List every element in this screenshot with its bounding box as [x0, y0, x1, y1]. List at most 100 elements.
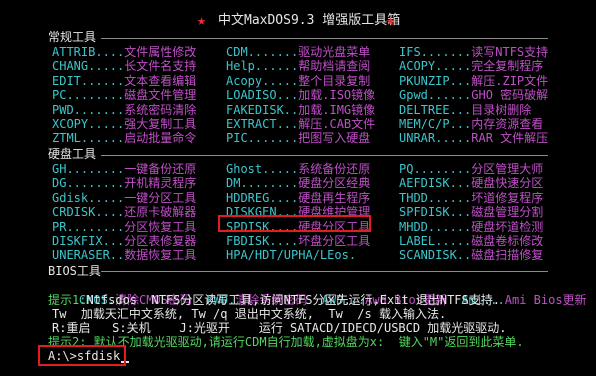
disk-tool-command: UNERASER..	[52, 248, 125, 263]
common-tool-description: 系统密码清除	[124, 102, 197, 117]
disk-tool-item[interactable]: FBDISK....坏盘分区工具	[226, 234, 370, 248]
common-tool-item[interactable]: ZTML......启动批量命令	[52, 131, 196, 145]
disk-tool-description: 硬盘快速分区	[471, 176, 544, 191]
disk-tool-item[interactable]: AEFDISK...硬盘快速分区	[399, 176, 543, 190]
common-tool-command: ATTRIB....	[52, 45, 125, 59]
disk-tool-command: PR........	[52, 219, 125, 234]
common-tool-command: DELTREE...	[399, 102, 472, 117]
disk-tool-item[interactable]: PQ........分区管理大师	[399, 162, 543, 176]
common-tool-item[interactable]: EXTRACT...解压.CAB文件	[226, 117, 375, 131]
disk-tool-description: 数据恢复工具	[124, 248, 197, 263]
disk-tool-item[interactable]: DM........硬盘分区经典	[226, 176, 370, 190]
section-disk-tools: 硬盘工具	[48, 147, 97, 161]
common-tool-item[interactable]: Help......帮助档请查阅	[226, 59, 370, 73]
disk-tool-command: Gdisk.....	[52, 190, 125, 205]
star-left-icon: ★	[197, 11, 207, 29]
common-tool-description: 文件属性修改	[124, 45, 197, 59]
disk-tool-command: GH........	[52, 162, 125, 176]
common-tool-description: 把图写入硬盘	[298, 131, 371, 146]
common-tool-command: CDM.......	[226, 45, 299, 59]
disk-tool-command: THDD......	[399, 190, 472, 205]
disk-tool-item[interactable]: GH........一键备份还原	[52, 162, 196, 176]
disk-tool-description: 磁盘扫描修复	[471, 248, 544, 263]
common-tool-description: 加载.IMG镜像	[298, 102, 376, 117]
common-tool-command: Gpwd......	[399, 88, 472, 103]
disk-tool-item[interactable]: PR........分区恢复工具	[52, 220, 196, 234]
disk-tool-item[interactable]: Gdisk.....一键分区工具	[52, 191, 196, 205]
common-tool-item[interactable]: DELTREE...目录树删除	[399, 103, 531, 117]
common-tool-item[interactable]: PIC.......把图写入硬盘	[226, 131, 370, 145]
common-tool-command: FAKEDISK..	[226, 102, 299, 117]
section-common-tools: 常规工具	[48, 30, 97, 44]
disk-tool-item[interactable]: Ghost.....系统备份还原	[226, 162, 370, 176]
common-tool-item[interactable]: EDIT......文本查看编辑	[52, 74, 196, 88]
disk-tool-item[interactable]: MHDD......硬盘坏道检测	[399, 220, 543, 234]
common-tool-command: Help......	[226, 59, 299, 74]
disk-tool-item[interactable]: SPFDISK...磁盘管理分割	[399, 205, 543, 219]
common-tool-description: GHO 密码破解	[471, 88, 549, 103]
disk-tool-command: CRDISK....	[52, 205, 125, 220]
common-tool-command: LOADISO...	[226, 88, 299, 103]
disk-tool-item[interactable]: HDDREG....硬盘再生程序	[226, 191, 370, 205]
section-divider	[101, 38, 548, 39]
disk-tool-item[interactable]: DISKFIX...分区表修复器	[52, 234, 196, 248]
common-tool-item[interactable]: LOADISO...加载.ISO镜像	[226, 88, 375, 102]
common-tool-description: 目录树删除	[471, 102, 532, 117]
disk-tool-item[interactable]: HPA/HDT/UPHA/LEos.	[226, 248, 356, 262]
disk-tool-command: AEFDISK...	[399, 176, 472, 191]
common-tool-command: PC........	[52, 88, 125, 103]
disk-tool-command: PQ........	[399, 162, 472, 176]
common-tool-description: 内存资源查看	[471, 117, 544, 131]
disk-tool-item[interactable]: DG........开机精灵程序	[52, 176, 196, 190]
common-tool-description: 解压.CAB文件	[298, 117, 376, 131]
highlight-spdisk-box	[218, 215, 371, 232]
dos-screen: ★ 中文MaxDOS9.3 增强版工具箱 ★ 常规工具 ATTRIB....文件…	[0, 0, 596, 376]
common-tool-description: 启动批量命令	[124, 131, 197, 146]
section-bios-tools: BIOS工具	[48, 264, 101, 278]
disk-tool-item[interactable]: THDD......坏道修复程序	[399, 191, 543, 205]
common-tool-item[interactable]: Acopy.....整个目录复制	[226, 74, 370, 88]
common-tool-command: EDIT......	[52, 73, 125, 88]
common-tool-description: RAR 文件解压	[471, 131, 549, 146]
disk-tool-description: 坏道修复程序	[471, 190, 544, 205]
common-tool-description: 整个目录复制	[298, 73, 371, 88]
disk-tool-command: SPFDISK...	[399, 205, 472, 220]
common-tool-description: 驱动光盘菜单	[298, 45, 371, 59]
common-tool-item[interactable]: PC........磁盘文件管理	[52, 88, 196, 102]
common-tool-command: IFS.......	[399, 45, 472, 59]
section-divider	[101, 271, 548, 272]
disk-tool-command: MHDD......	[399, 219, 472, 234]
disk-tool-command: DISKFIX...	[52, 234, 125, 248]
disk-tool-command: SCANDISK..	[399, 248, 472, 263]
common-tool-item[interactable]: CDM.......驱动光盘菜单	[226, 45, 370, 59]
common-tool-item[interactable]: PWD.......系统密码清除	[52, 103, 196, 117]
common-tool-command: EXTRACT...	[226, 117, 299, 131]
disk-tool-item[interactable]: UNERASER..数据恢复工具	[52, 248, 196, 262]
disk-tool-item[interactable]: LABEL.....磁盘卷标修改	[399, 234, 543, 248]
common-tool-command: PWD.......	[52, 102, 125, 117]
disk-tool-description: 系统备份还原	[298, 162, 371, 176]
common-tool-item[interactable]: PKUNZIP...解压.ZIP文件	[399, 74, 548, 88]
common-tool-item[interactable]: IFS.......读写NTFS支持	[399, 45, 548, 59]
common-tool-description: 长文件名支持	[124, 59, 197, 74]
disk-tool-description: 分区恢复工具	[124, 219, 197, 234]
common-tool-item[interactable]: XCOPY.....强大复制工具	[52, 117, 196, 131]
common-tool-command: XCOPY.....	[52, 117, 125, 131]
common-tool-item[interactable]: UNRAR.....RAR 文件解压	[399, 131, 548, 145]
common-tool-command: PIC.......	[226, 131, 299, 146]
disk-tool-description: 硬盘分区经典	[298, 176, 371, 191]
common-tool-item[interactable]: Gpwd......GHO 密码破解	[399, 88, 548, 102]
common-tool-item[interactable]: MEM/C/P...内存资源查看	[399, 117, 543, 131]
common-tool-command: CHANG.....	[52, 59, 125, 74]
disk-tool-description: 硬盘坏道检测	[471, 219, 544, 234]
disk-tool-item[interactable]: SCANDISK..磁盘扫描修复	[399, 248, 543, 262]
common-tool-description: 完全复制程序	[471, 59, 544, 74]
disk-tool-item[interactable]: CRDISK....还原卡破解器	[52, 205, 196, 219]
disk-tool-description: 还原卡破解器	[124, 205, 197, 220]
disk-tool-description: 坏盘分区工具	[298, 234, 371, 248]
common-tool-item[interactable]: CHANG.....长文件名支持	[52, 59, 196, 73]
common-tool-item[interactable]: ACOPY.....完全复制程序	[399, 59, 543, 73]
disk-tool-description: 一键分区工具	[124, 190, 197, 205]
common-tool-item[interactable]: ATTRIB....文件属性修改	[52, 45, 196, 59]
common-tool-item[interactable]: FAKEDISK..加载.IMG镜像	[226, 103, 375, 117]
